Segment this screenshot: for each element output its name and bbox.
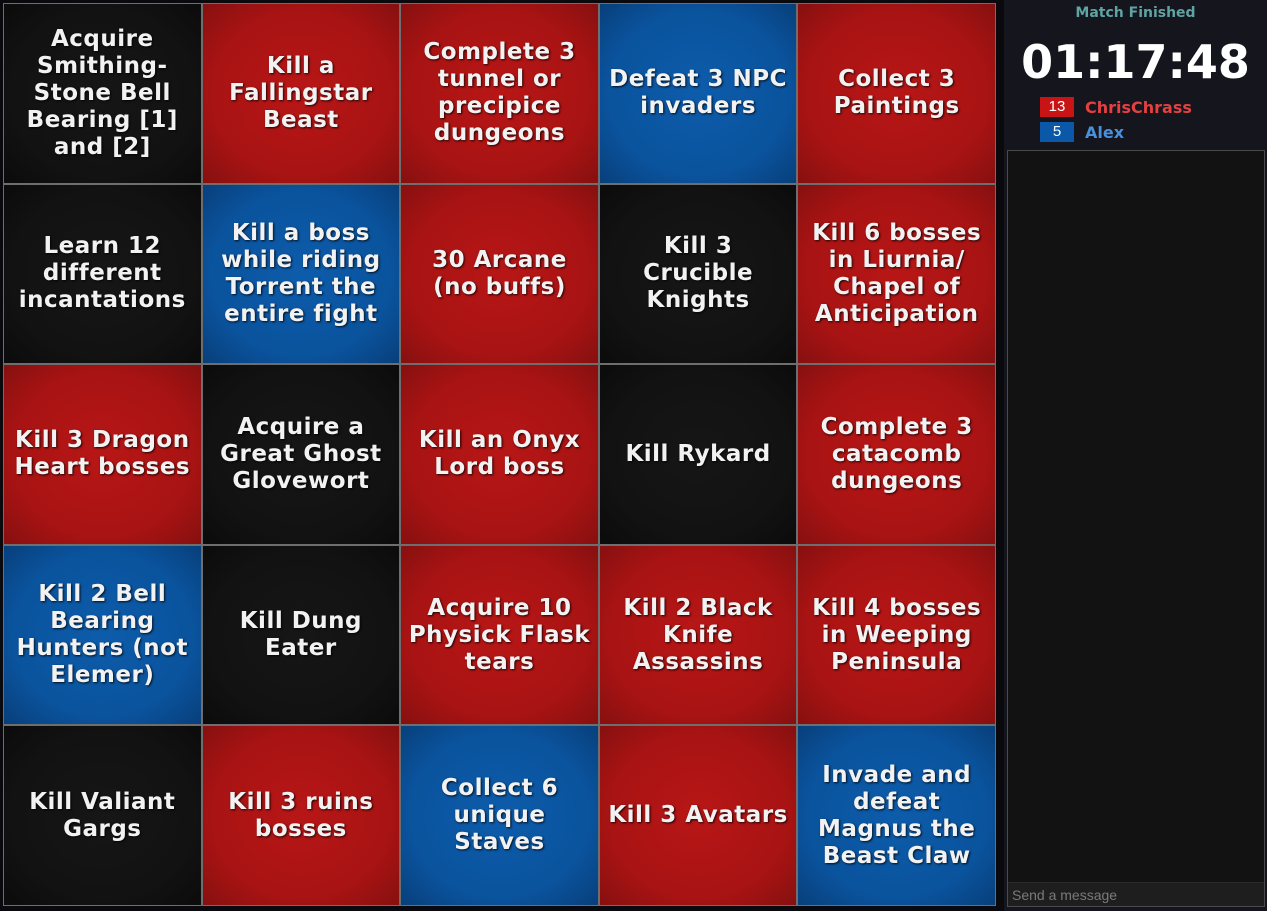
- board-cell[interactable]: Complete 3 catacomb dungeons: [798, 365, 995, 544]
- board-cell[interactable]: Kill Dung Eater: [202, 545, 400, 725]
- chat-log[interactable]: [1008, 151, 1264, 880]
- board-cell[interactable]: Kill 3 Crucible Knights: [599, 184, 797, 364]
- player-name[interactable]: ChrisChrass: [1085, 98, 1192, 117]
- board-cell[interactable]: Kill 6 bosses in Liurnia/ Chapel of Anti…: [798, 184, 995, 364]
- board-cell[interactable]: Invade and defeat Magnus the Beast Claw: [798, 726, 995, 905]
- player-score-badge: 5: [1040, 122, 1074, 142]
- chat-panel: [1007, 150, 1265, 907]
- bingo-board: Acquire Smithing-Stone Bell Bearing [1] …: [3, 3, 996, 906]
- board-cell[interactable]: Complete 3 tunnel or precipice dungeons: [401, 4, 598, 183]
- board-cell[interactable]: Learn 12 different incantations: [4, 184, 201, 364]
- player-name[interactable]: Alex: [1085, 123, 1124, 142]
- board-cell[interactable]: Kill a Fallingstar Beast: [202, 4, 400, 183]
- player-score-badge: 13: [1040, 97, 1074, 117]
- match-status: Match Finished: [1075, 5, 1196, 21]
- board-cell[interactable]: Kill a boss while riding Torrent the ent…: [202, 184, 400, 364]
- board-cell[interactable]: Kill 3 Avatars: [599, 726, 797, 905]
- board-cell[interactable]: Kill 4 bosses in Weeping Peninsula: [798, 545, 995, 725]
- board-cell[interactable]: Acquire 10 Physick Flask tears: [401, 545, 598, 725]
- board-cell[interactable]: Collect 6 unique Staves: [401, 726, 598, 905]
- board-cell[interactable]: Defeat 3 NPC invaders: [599, 4, 797, 183]
- board-cell[interactable]: Kill Valiant Gargs: [4, 726, 201, 905]
- board-cell[interactable]: Acquire a Great Ghost Glovewort: [202, 365, 400, 544]
- board-cell[interactable]: Kill 3 Dragon Heart bosses: [4, 365, 201, 544]
- player-row-chrischrass: 13 ChrisChrass: [1040, 97, 1192, 117]
- board-cell[interactable]: Kill Rykard: [599, 365, 797, 544]
- board-cell[interactable]: Kill 3 ruins bosses: [202, 726, 400, 905]
- match-sidebar: Match Finished 01:17:48 13 ChrisChrass 5…: [1004, 0, 1267, 911]
- player-row-alex: 5 Alex: [1040, 122, 1124, 142]
- match-timer: 01:17:48: [1021, 35, 1250, 89]
- chat-message-input[interactable]: [1008, 882, 1264, 906]
- board-cell[interactable]: Kill 2 Bell Bearing Hunters (not Elemer): [4, 545, 201, 725]
- board-cell[interactable]: 30 Arcane (no buffs): [401, 184, 598, 364]
- board-cell[interactable]: Kill an Onyx Lord boss: [401, 365, 598, 544]
- board-cell[interactable]: Acquire Smithing-Stone Bell Bearing [1] …: [4, 4, 201, 183]
- board-cell[interactable]: Kill 2 Black Knife Assassins: [599, 545, 797, 725]
- board-cell[interactable]: Collect 3 Paintings: [798, 4, 995, 183]
